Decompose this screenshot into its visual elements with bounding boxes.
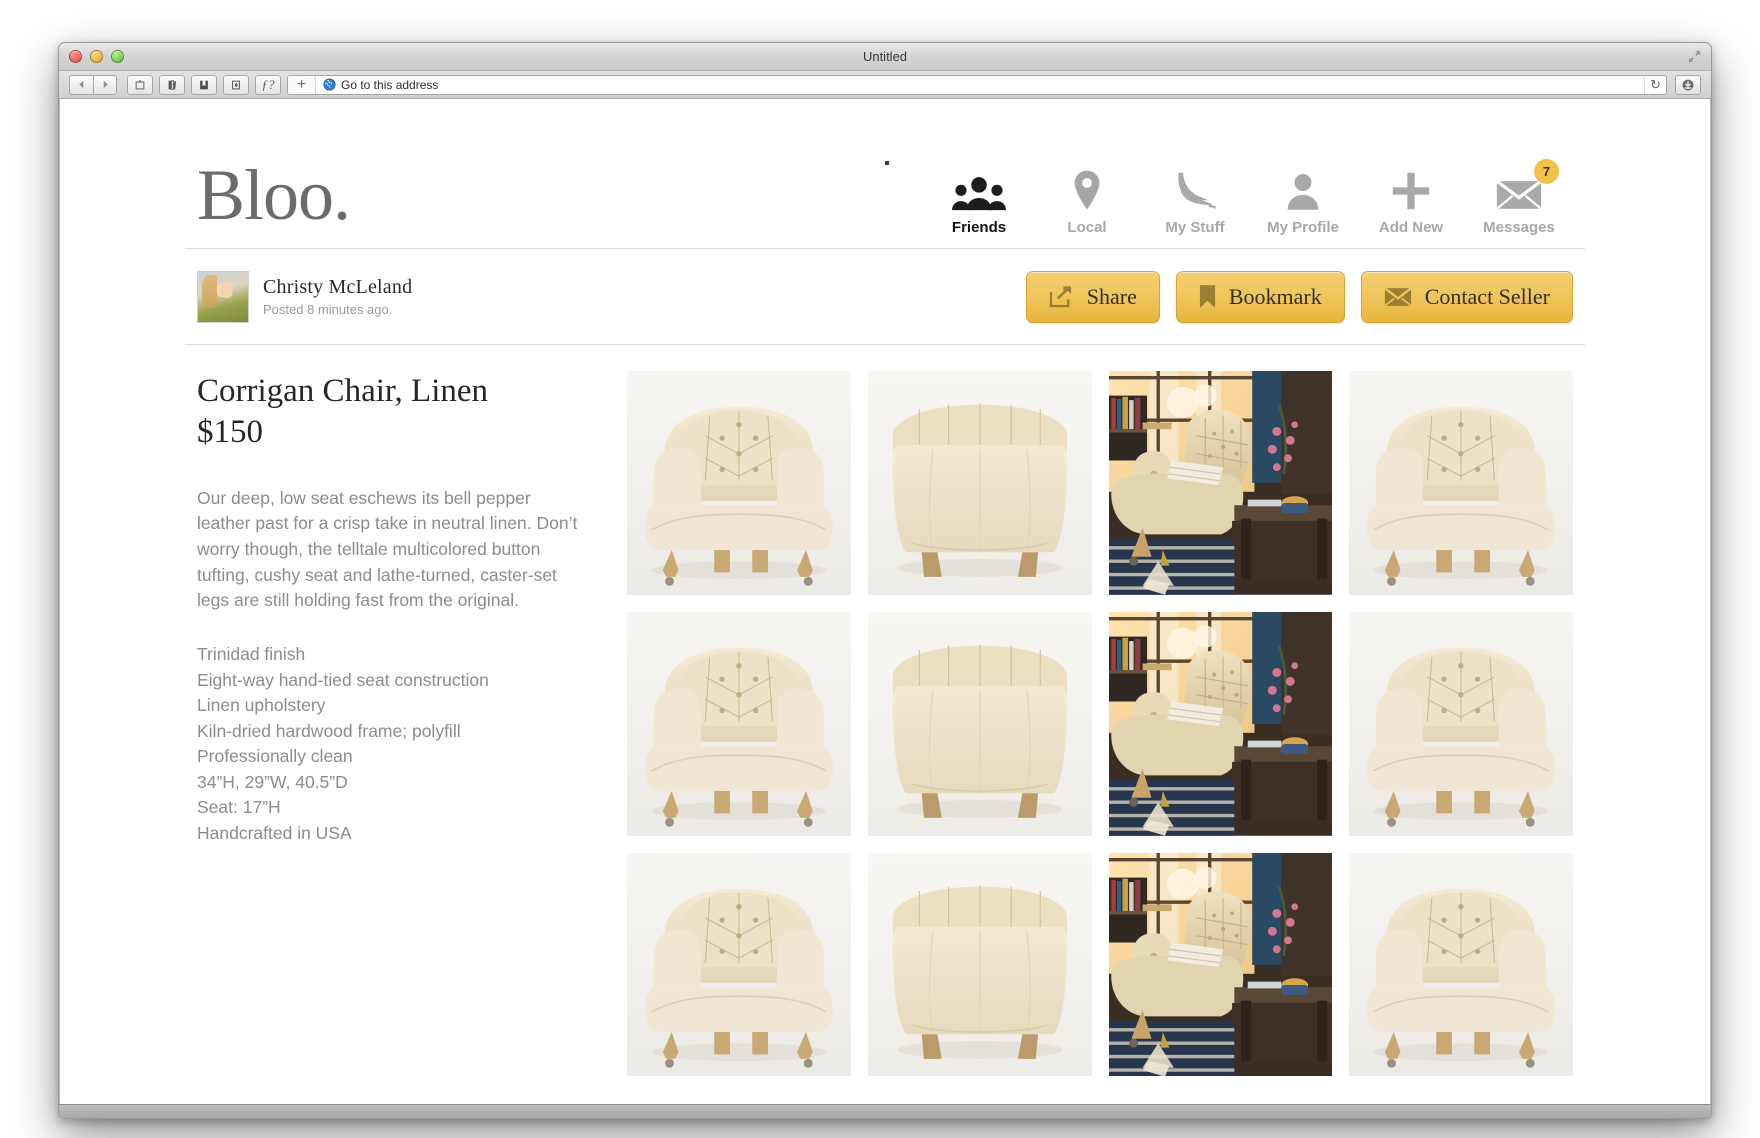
product-spec-item: Professionally clean (197, 746, 353, 767)
reader-button[interactable] (191, 74, 217, 95)
location-pin-icon (1033, 165, 1141, 211)
nav-label-my-stuff: My Stuff (1165, 219, 1225, 236)
gallery-thumbnail[interactable] (627, 611, 851, 836)
globe-icon (323, 78, 336, 91)
nav-item-my-profile[interactable]: My Profile (1249, 165, 1357, 236)
product-spec-item: Linen upholstery (197, 695, 326, 716)
nav-item-local[interactable]: Local (1033, 165, 1141, 236)
poster-bar: Christy McLeland Posted 8 minutes ago. S… (185, 249, 1585, 345)
address-bar[interactable]: + Go to this address ↻ (287, 74, 1667, 95)
messages-badge: 7 (1534, 159, 1559, 184)
product-title: Corrigan Chair, Linen (197, 373, 489, 409)
page-viewport: Bloo. Friends Local My Stuff My Profile … (59, 99, 1711, 1104)
poster-actions: Share Bookmark Contact Seller (1025, 270, 1573, 323)
envelope-icon (1383, 286, 1412, 307)
product-spec-item: Trinidad finish (197, 644, 306, 665)
downloads-button[interactable] (1675, 74, 1701, 95)
product-spec-item: Handcrafted in USA (197, 822, 352, 843)
main-navigation: Friends Local My Stuff My Profile Add Ne… (925, 159, 1573, 248)
reload-icon[interactable]: ↻ (1644, 75, 1666, 94)
gallery-thumbnail[interactable] (627, 371, 851, 595)
product-description: Our deep, low seat eschews its bell pepp… (197, 487, 578, 611)
product-spec-item: Eight-way hand-tied seat construction (197, 669, 489, 690)
fullscreen-icon[interactable] (1687, 49, 1702, 64)
contact-seller-button-label: Contact Seller (1424, 283, 1550, 309)
nav-label-messages: Messages (1483, 219, 1555, 236)
gallery-thumbnail[interactable] (1349, 371, 1573, 595)
high-heel-icon (1141, 165, 1249, 211)
nav-item-add-new[interactable]: Add New (1357, 165, 1465, 236)
contact-seller-button[interactable]: Contact Seller (1360, 270, 1573, 323)
bookmark-button[interactable]: Bookmark (1175, 270, 1345, 323)
envelope-icon: 7 (1465, 159, 1573, 211)
gallery-thumbnail[interactable] (627, 852, 851, 1077)
nav-item-my-stuff[interactable]: My Stuff (1141, 165, 1249, 236)
nav-label-add-new: Add New (1378, 219, 1444, 236)
avatar[interactable] (197, 270, 249, 323)
gallery-thumbnail[interactable] (1349, 852, 1573, 1077)
share-button-label: Share (1086, 283, 1137, 309)
share-button[interactable] (223, 74, 249, 95)
gallery-thumbnail[interactable] (867, 852, 1092, 1077)
content-row: Corrigan Chair, Linen $150 Our deep, low… (185, 345, 1585, 1077)
navigation-buttons (69, 74, 127, 95)
gallery-thumbnail[interactable] (1349, 611, 1573, 836)
site-logo[interactable]: Bloo. (197, 159, 351, 248)
gallery-thumbnail[interactable] (867, 371, 1092, 595)
script-button[interactable]: ƒ? (255, 74, 281, 95)
product-price: $150 (197, 414, 263, 451)
gallery-thumbnail[interactable] (867, 611, 1092, 836)
poster-name[interactable]: Christy McLeland (263, 276, 412, 299)
product-gallery (627, 371, 1573, 1077)
poster-timestamp: Posted 8 minutes ago. (263, 302, 393, 317)
friends-icon (925, 165, 1033, 211)
bookmarks-button[interactable] (159, 74, 185, 95)
plus-icon (1357, 165, 1465, 211)
product-spec-item: 34”H, 29”W, 40.5”D (197, 771, 348, 792)
person-icon (1249, 165, 1357, 211)
gallery-thumbnail[interactable] (1108, 852, 1333, 1077)
bookmark-button-label: Bookmark (1228, 283, 1322, 309)
nav-item-messages[interactable]: 7 Messages (1465, 159, 1573, 236)
browser-window: Untitled ƒ? + Go to this address ↻ Bloo.… (58, 42, 1712, 1119)
site-container: Bloo. Friends Local My Stuff My Profile … (185, 99, 1585, 1077)
gallery-thumbnail[interactable] (1108, 371, 1333, 595)
nav-item-friends[interactable]: Friends (925, 165, 1033, 236)
poster-info: Christy McLeland Posted 8 minutes ago. (197, 270, 412, 323)
product-spec-item: Kiln-dried hardwood frame; polyfill (197, 720, 461, 741)
page-marker-dot (885, 161, 889, 165)
home-button[interactable] (127, 74, 153, 95)
forward-button[interactable] (93, 74, 117, 95)
bookmark-flag-icon (1199, 284, 1216, 309)
window-bottom-bar (59, 1104, 1711, 1118)
window-titlebar: Untitled (59, 43, 1711, 71)
new-tab-button[interactable]: + (288, 75, 316, 94)
window-title: Untitled (862, 49, 908, 64)
product-specs-list: Trinidad finish Eight-way hand-tied seat … (197, 642, 587, 846)
nav-label-friends: Friends (951, 219, 1007, 236)
back-button[interactable] (69, 74, 93, 95)
poster-text: Christy McLeland Posted 8 minutes ago. (263, 276, 412, 317)
gallery-thumbnail[interactable] (1108, 611, 1333, 836)
site-header: Bloo. Friends Local My Stuff My Profile … (185, 99, 1585, 249)
product-detail-column: Corrigan Chair, Linen $150 Our deep, low… (197, 371, 627, 1076)
browser-toolbar: ƒ? + Go to this address ↻ (59, 71, 1711, 99)
nav-label-local: Local (1067, 219, 1107, 236)
share-arrow-icon (1049, 285, 1074, 308)
share-button[interactable]: Share (1025, 270, 1160, 323)
product-spec-item: Seat: 17”H (197, 797, 281, 818)
nav-label-my-profile: My Profile (1267, 219, 1339, 236)
address-input[interactable]: Go to this address (341, 78, 1644, 92)
